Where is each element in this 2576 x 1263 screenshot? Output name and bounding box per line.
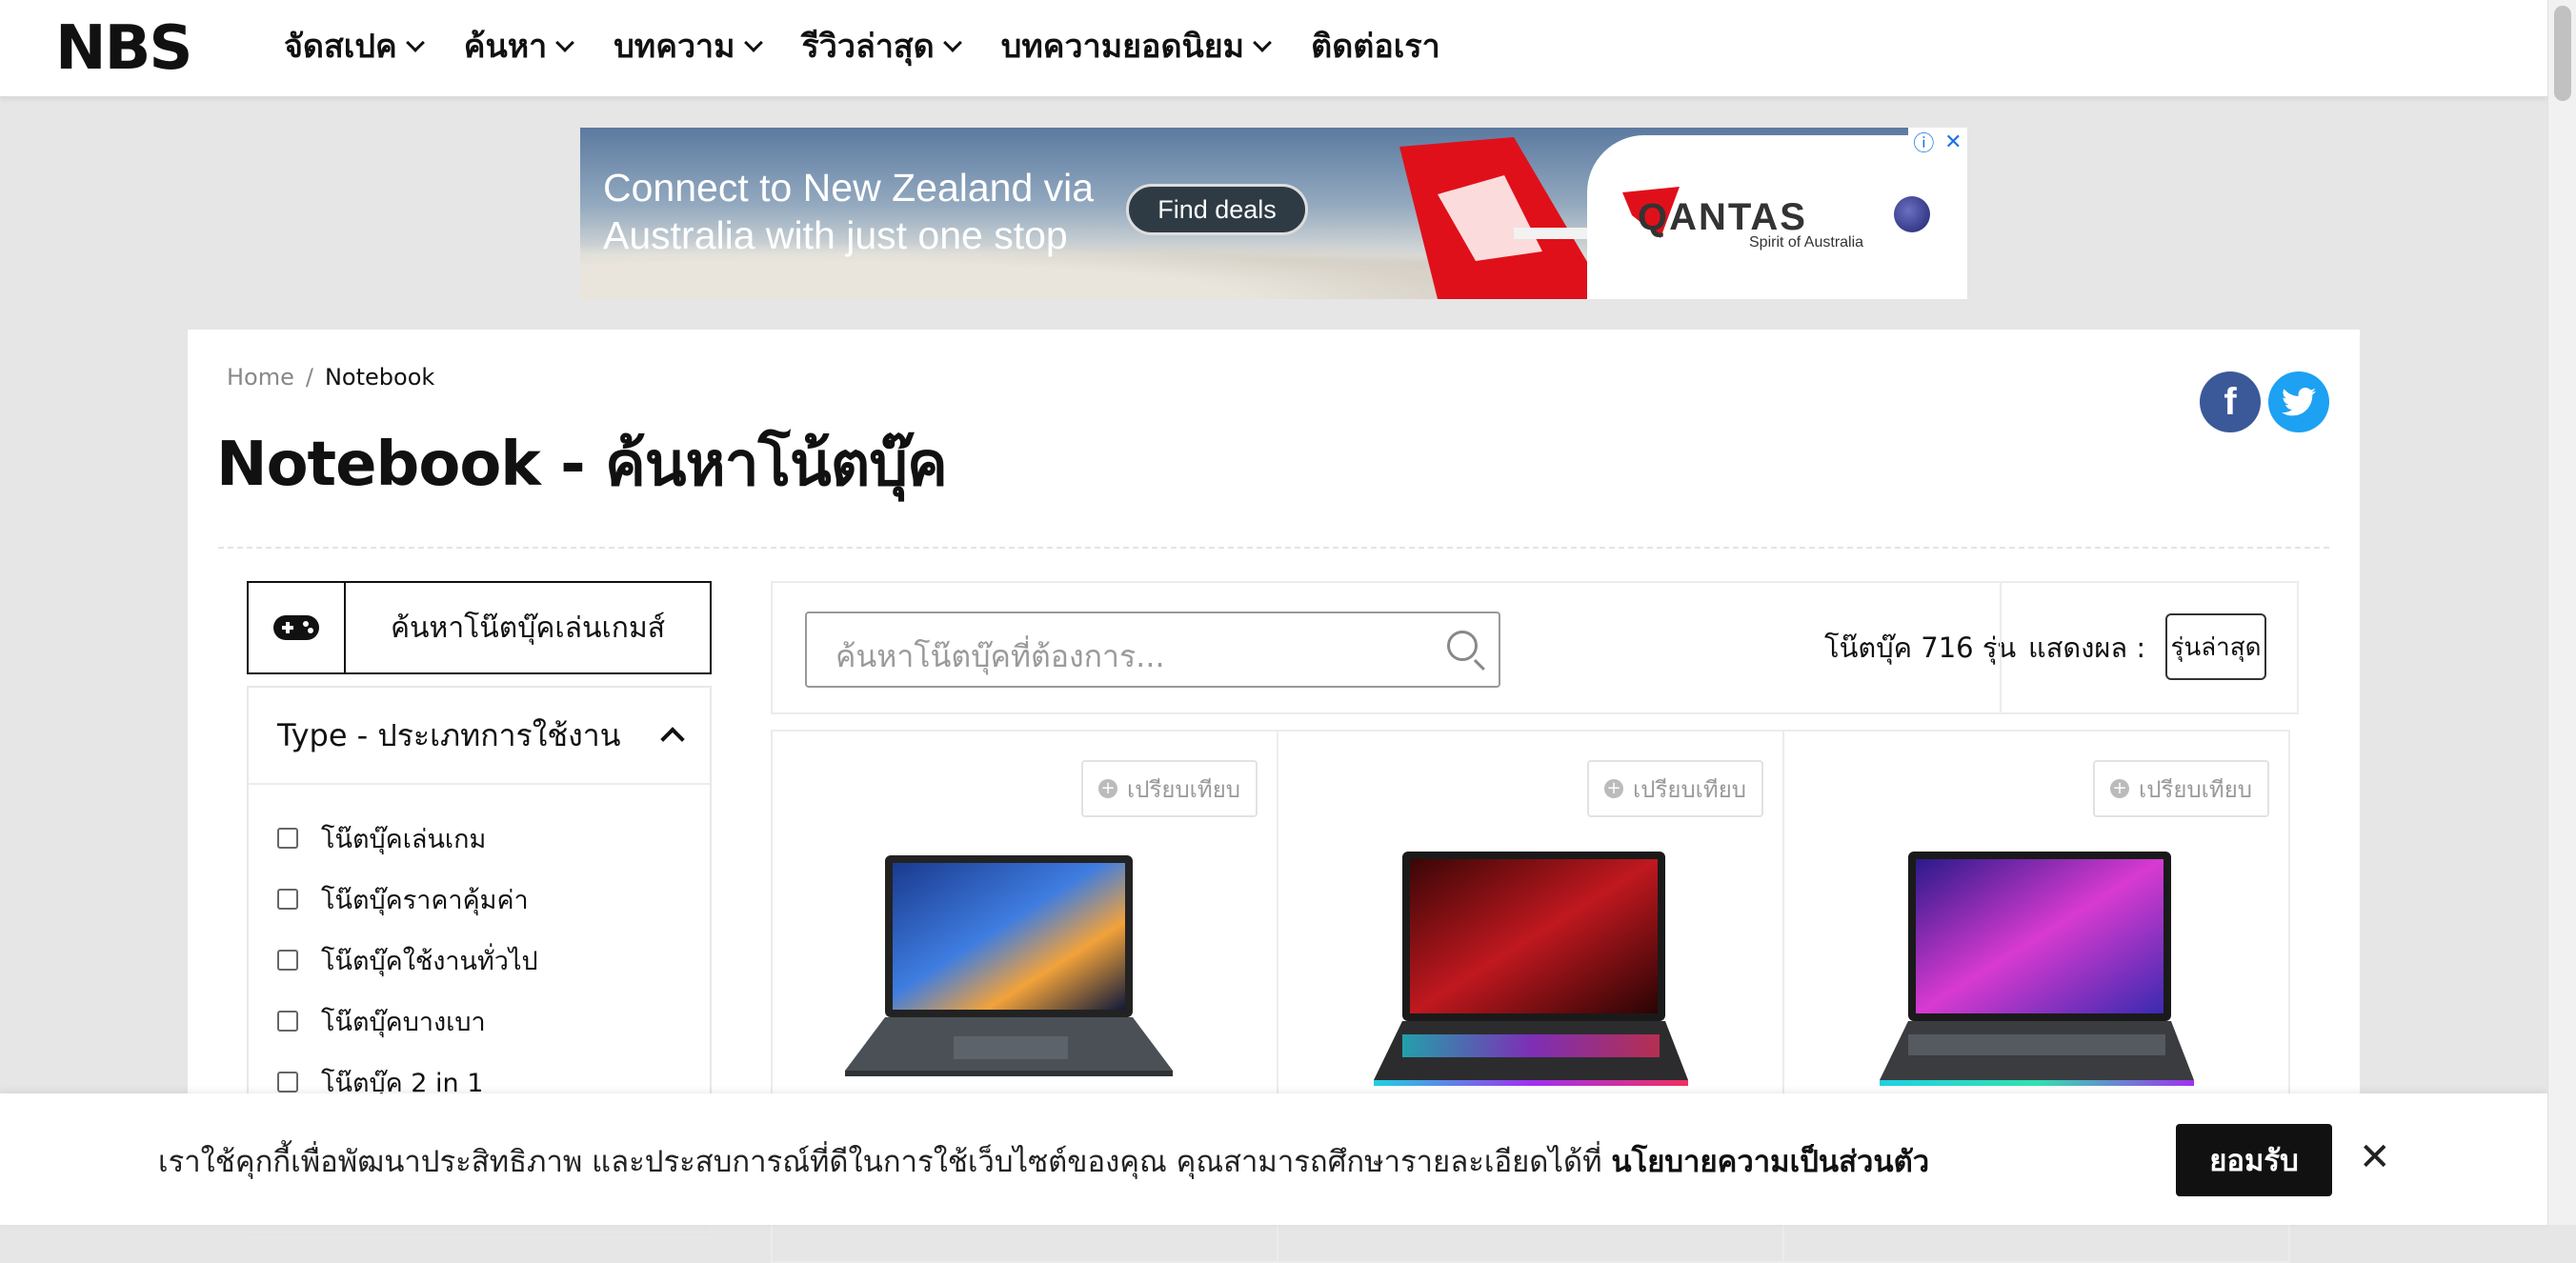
facebook-icon: f — [2224, 380, 2237, 423]
menu-item-search[interactable]: ค้นหา — [463, 21, 575, 70]
chevron-down-icon — [1253, 33, 1273, 52]
breadcrumb-home-link[interactable]: Home — [227, 364, 294, 391]
ad-headline-line: Connect to New Zealand via — [603, 166, 1095, 210]
sort-select[interactable]: รุ่นล่าสุด — [2165, 613, 2266, 680]
filter-option-thin-light[interactable]: โน๊ตบุ๊คบางเบา — [277, 991, 681, 1052]
sort-label: แสดงผล : — [2028, 632, 2146, 664]
menu-item-contact[interactable]: ติดต่อเรา — [1311, 21, 1440, 70]
chevron-down-icon — [743, 33, 763, 52]
checkbox[interactable] — [277, 828, 298, 849]
laptop-image — [1374, 852, 1688, 1086]
top-navbar: NBS จัดสเปค ค้นหา บทความ รีวิวล่าสุด บทค… — [0, 0, 2547, 97]
ad-find-deals-button[interactable]: Find deals — [1126, 184, 1308, 235]
laptop-image — [845, 855, 1173, 1076]
filter-option-label: โน๊ตบุ๊คราคาคุ้มค่า — [321, 885, 529, 915]
gaming-notebook-search-button[interactable]: ค้นหาโน๊ตบุ๊คเล่นเกมส์ — [247, 581, 712, 674]
filter-option-label: โน๊ตบุ๊คบางเบา — [321, 1007, 486, 1037]
info-icon[interactable]: ⓘ — [1913, 128, 1934, 157]
results-toolbar: ค้นหาโน๊ตบุ๊คที่ต้องการ... โน๊ตบุ๊ค 716 … — [771, 581, 2299, 714]
menu-item-label: รีวิวล่าสุด — [801, 28, 935, 66]
menu-item-label: ติดต่อเรา — [1311, 28, 1440, 66]
menu-item-label: บทความยอดนิยม — [1000, 28, 1245, 66]
compare-label: เปรียบเทียบ — [1127, 775, 1240, 803]
toolbar-divider — [2000, 583, 2002, 712]
plus-circle-icon: + — [2110, 779, 2130, 798]
search-placeholder: ค้นหาโน๊ตบุ๊คที่ต้องการ... — [835, 638, 1165, 674]
chevron-down-icon — [942, 33, 962, 52]
ad-headline-line: Australia with just one stop — [603, 213, 1068, 257]
menu-item-label: จัดสเปค — [284, 28, 397, 66]
page-scrollbar[interactable] — [2547, 0, 2576, 1225]
chevron-up-icon[interactable] — [660, 727, 685, 752]
cookie-message: เราใช้คุกกี้เพื่อพัฒนาประสิทธิภาพ และประ… — [158, 1137, 1929, 1185]
privacy-policy-link[interactable]: นโยบายความเป็นส่วนตัว — [1611, 1145, 1929, 1179]
filter-option-general[interactable]: โน๊ตบุ๊คใช้งานทั่วไป — [277, 930, 681, 991]
gamepad-icon — [273, 615, 319, 640]
filter-title: Type - ประเภทการใช้งาน — [277, 716, 621, 753]
qantas-logo-text: QANTAS — [1638, 196, 1807, 238]
site-logo[interactable]: NBS — [55, 18, 192, 79]
compare-label: เปรียบเทียบ — [2139, 775, 2252, 803]
filter-option-gaming[interactable]: โน๊ตบุ๊คเล่นเกม — [277, 808, 681, 869]
type-filter-list: โน๊ตบุ๊คเล่นเกม โน๊ตบุ๊คราคาคุ้มค่า โน๊ต… — [249, 785, 710, 1113]
twitter-share-button[interactable] — [2268, 371, 2329, 432]
gaming-button-label: ค้นหาโน๊ตบุ๊คเล่นเกมส์ — [390, 611, 666, 645]
facebook-share-button[interactable]: f — [2200, 371, 2261, 432]
compare-button[interactable]: + เปรียบเทียบ — [2093, 760, 2269, 817]
chevron-down-icon — [555, 33, 575, 52]
plus-circle-icon: + — [1604, 779, 1624, 798]
menu-item-articles[interactable]: บทความ — [614, 21, 763, 70]
title-divider — [218, 547, 2329, 549]
result-count: โน๊ตบุ๊ค 716 รุ่น — [1824, 632, 2017, 664]
close-icon[interactable]: ✕ — [1944, 130, 1962, 154]
breadcrumb: Home / Notebook — [227, 364, 434, 391]
menu-item-spec[interactable]: จัดสเปค — [284, 21, 425, 70]
gamepad-icon-box — [249, 583, 346, 672]
laptop-image — [1880, 852, 2194, 1086]
search-icon[interactable] — [1447, 631, 1478, 661]
oneworld-icon — [1894, 196, 1930, 232]
ad-choices[interactable]: ⓘ ✕ — [1908, 128, 1967, 156]
cookie-text: เราใช้คุกกี้เพื่อพัฒนาประสิทธิภาพ และประ… — [158, 1145, 1612, 1179]
social-share: f — [2200, 371, 2329, 432]
checkbox[interactable] — [277, 889, 298, 910]
checkbox[interactable] — [277, 1011, 298, 1032]
plus-circle-icon: + — [1098, 779, 1118, 798]
breadcrumb-current: Notebook — [324, 364, 435, 391]
filter-option-label: โน๊ตบุ๊คเล่นเกม — [321, 824, 487, 854]
compare-button[interactable]: + เปรียบเทียบ — [1081, 760, 1258, 817]
airplane-tail-image — [1399, 137, 1609, 299]
main-menu: จัดสเปค ค้นหา บทความ รีวิวล่าสุด บทความย… — [284, 21, 1440, 70]
cookie-consent-bar: เราใช้คุกกี้เพื่อพัฒนาประสิทธิภาพ และประ… — [0, 1093, 2547, 1225]
menu-item-popular-articles[interactable]: บทความยอดนิยม — [1000, 21, 1273, 70]
page-title: Notebook - ค้นหาโน้ตบุ๊ค — [216, 430, 948, 500]
menu-item-label: ค้นหา — [463, 28, 548, 66]
chevron-down-icon — [405, 33, 425, 52]
accept-cookies-button[interactable]: ยอมรับ — [2176, 1124, 2332, 1196]
qantas-tagline: Spirit of Australia — [1749, 234, 1864, 251]
ad-headline: Connect to New Zealand via Australia wit… — [603, 164, 1175, 259]
menu-item-latest-reviews[interactable]: รีวิวล่าสุด — [801, 21, 962, 70]
breadcrumb-separator: / — [305, 364, 313, 391]
main-content-card: Home / Notebook Notebook - ค้นหาโน้ตบุ๊ค… — [188, 330, 2360, 1263]
checkbox[interactable] — [277, 1072, 298, 1093]
filter-option-label: โน๊ตบุ๊คใช้งานทั่วไป — [321, 946, 538, 976]
compare-button[interactable]: + เปรียบเทียบ — [1587, 760, 1763, 817]
checkbox[interactable] — [277, 950, 298, 971]
menu-item-label: บทความ — [614, 28, 735, 66]
ad-banner[interactable]: Connect to New Zealand via Australia wit… — [580, 128, 1967, 299]
filter-option-value[interactable]: โน๊ตบุ๊คราคาคุ้มค่า — [277, 869, 681, 930]
twitter-icon — [2282, 388, 2316, 416]
notebook-search-input[interactable]: ค้นหาโน๊ตบุ๊คที่ต้องการ... — [805, 611, 1500, 688]
type-filter-header[interactable]: Type - ประเภทการใช้งาน — [249, 688, 710, 785]
scrollbar-thumb[interactable] — [2554, 6, 2571, 101]
compare-label: เปรียบเทียบ — [1633, 775, 1746, 803]
close-icon[interactable]: ✕ — [2359, 1135, 2391, 1179]
